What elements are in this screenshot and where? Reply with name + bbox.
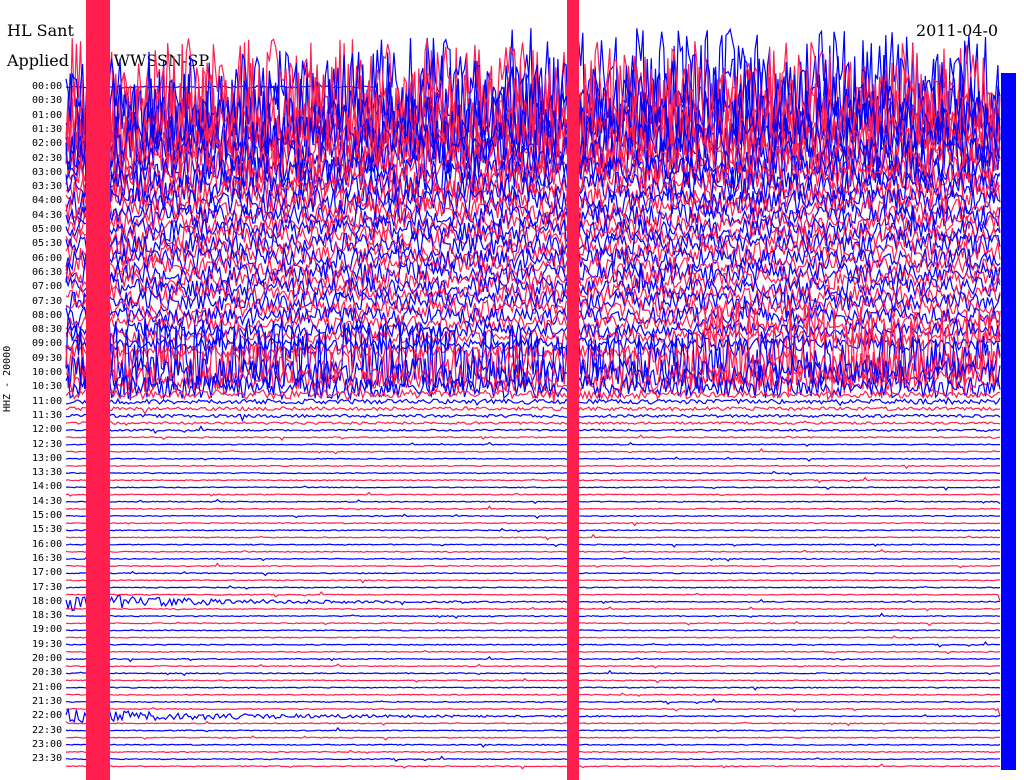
trace-row	[65, 425, 1001, 434]
trace-row	[65, 485, 1000, 491]
trace-row	[65, 743, 1001, 748]
trace-row	[65, 283, 1001, 311]
event-burst	[86, 0, 110, 780]
event-burst	[1001, 73, 1016, 770]
trace-row	[65, 663, 1001, 669]
trace-row	[65, 698, 1001, 705]
trace-row	[65, 579, 1001, 584]
trace-row	[65, 629, 1001, 632]
trace-row	[65, 755, 1000, 763]
trace-row	[65, 491, 1001, 497]
trace-row	[65, 612, 1001, 619]
trace-row	[65, 669, 1001, 677]
trace-row	[65, 556, 1001, 562]
trace-row	[65, 570, 1000, 577]
trace-row	[65, 720, 1001, 727]
trace-row	[65, 591, 1001, 601]
trace-row	[65, 707, 1001, 717]
trace-row	[65, 686, 1001, 691]
trace-row	[65, 635, 1001, 641]
trace-row	[65, 413, 1001, 423]
trace-row	[65, 434, 1001, 442]
trace-row	[65, 498, 1001, 505]
trace-row	[65, 606, 1001, 612]
trace-row	[65, 620, 1001, 627]
trace-row	[65, 533, 1001, 541]
trace-row	[66, 656, 1001, 663]
trace-row	[65, 692, 1001, 697]
trace-row	[65, 708, 1001, 724]
trace-row	[65, 678, 1001, 684]
trace-row	[65, 649, 1001, 655]
trace-row	[65, 527, 1001, 533]
trace-row	[66, 749, 1001, 755]
trace-row	[65, 470, 1001, 476]
trace-row	[65, 447, 1000, 455]
trace-row	[65, 543, 1001, 548]
trace-row	[65, 763, 1001, 770]
traces	[65, 27, 1001, 770]
trace-row	[65, 441, 1001, 447]
helicorder-plot	[65, 0, 1016, 780]
trace-row	[65, 641, 1001, 648]
trace-row	[65, 456, 1001, 462]
trace-row	[65, 522, 1001, 527]
trace-row	[66, 562, 1001, 569]
trace-row	[65, 505, 1001, 511]
trace-row	[65, 735, 1001, 741]
trace-row	[65, 405, 1001, 416]
trace-row	[65, 548, 1001, 554]
event-burst	[567, 0, 579, 780]
trace-row	[65, 585, 1001, 590]
trace-row	[65, 419, 1001, 426]
trace-row	[65, 513, 1001, 520]
trace-row	[65, 464, 1001, 470]
trace-row	[65, 726, 1001, 733]
trace-row	[65, 476, 1001, 484]
